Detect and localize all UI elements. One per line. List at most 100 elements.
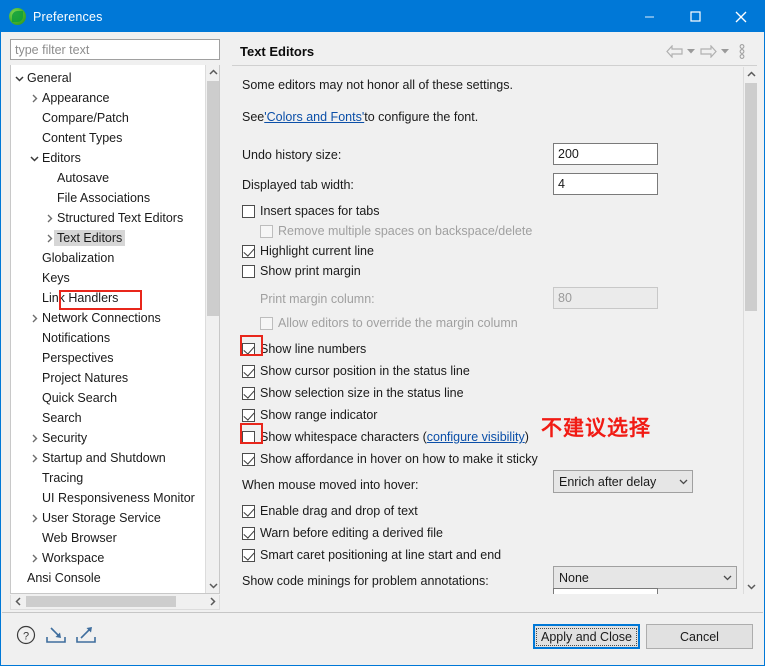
tree-hscroll-thumb[interactable] [26,596,176,607]
chevron-right-icon[interactable] [28,94,41,103]
title-bar: Preferences [1,1,764,32]
chevron-right-icon[interactable] [28,314,41,323]
sidebar-item-web-browser[interactable]: Web Browser [11,528,205,548]
sidebar-item-tracing[interactable]: Tracing [11,468,205,488]
search-input[interactable] [10,39,220,60]
view-menu-icon[interactable] [733,42,751,60]
maximize-button[interactable] [672,1,718,32]
checkbox-show-range-indicator[interactable] [242,408,255,422]
sidebar-item-quick-search[interactable]: Quick Search [11,388,205,408]
check-remove-multiple-spaces-label: Remove multiple spaces on backspace/dele… [278,224,533,238]
sidebar-item-text-editors[interactable]: Text Editors [11,228,205,248]
checkbox-show-whitespace[interactable] [242,430,255,444]
scroll-left-icon[interactable] [11,595,25,608]
checkbox-warn-derived-file[interactable] [242,526,255,540]
checkbox-insert-spaces[interactable] [242,204,255,218]
sidebar-item-workspace[interactable]: Workspace [11,548,205,568]
forward-arrow-icon[interactable] [699,42,717,60]
chevron-right-icon[interactable] [28,554,41,563]
chevron-down-icon[interactable] [28,155,41,162]
check-insert-spaces[interactable]: Insert spaces for tabs [242,201,380,221]
back-menu-chevron-down-icon[interactable] [685,42,697,60]
sidebar-item-file-associations[interactable]: File Associations [11,188,205,208]
sidebar-item-notifications[interactable]: Notifications [11,328,205,348]
tab-width-input[interactable] [553,173,658,195]
colors-fonts-suffix: to configure the font. [364,110,479,124]
export-icon[interactable] [74,623,98,647]
back-arrow-icon[interactable] [665,42,683,60]
scroll-down-icon[interactable] [744,579,757,594]
sidebar-item-perspectives[interactable]: Perspectives [11,348,205,368]
configure-visibility-link[interactable]: configure visibility [427,430,525,444]
sidebar-item-general[interactable]: General [11,68,205,88]
tree-vertical-scrollbar[interactable] [205,65,219,593]
tree-scroll-thumb[interactable] [207,81,219,316]
code-minings-select[interactable]: None [553,566,737,589]
chevron-down-icon[interactable] [13,75,26,82]
sidebar-item-network-connections[interactable]: Network Connections [11,308,205,328]
check-highlight-current-line[interactable]: Highlight current line [242,241,374,261]
scroll-up-icon[interactable] [206,65,219,80]
apply-and-close-button[interactable]: Apply and Close [533,624,640,649]
sidebar-item-security[interactable]: Security [11,428,205,448]
window-title: Preferences [33,9,103,24]
sidebar-item-link-handlers[interactable]: Link Handlers [11,288,205,308]
check-show-selection-size[interactable]: Show selection size in the status line [242,383,464,403]
sidebar-item-ui-responsiveness-monitor[interactable]: UI Responsiveness Monitor [11,488,205,508]
chevron-right-icon[interactable] [28,434,41,443]
check-smart-caret[interactable]: Smart caret positioning at line start an… [242,545,501,565]
cancel-button[interactable]: Cancel [646,624,753,649]
close-button[interactable] [718,1,764,32]
checkbox-enable-drag-drop[interactable] [242,504,255,518]
check-show-print-margin[interactable]: Show print margin [242,261,361,281]
colors-and-fonts-link[interactable]: 'Colors and Fonts' [264,110,364,124]
check-show-cursor-position[interactable]: Show cursor position in the status line [242,361,470,381]
scroll-right-icon[interactable] [205,595,219,608]
checkbox-highlight-current-line[interactable] [242,244,255,258]
checkbox-smart-caret[interactable] [242,548,255,562]
check-enable-drag-drop[interactable]: Enable drag and drop of text [242,501,418,521]
clipped-input-below[interactable] [553,588,658,594]
minimize-button[interactable] [626,1,672,32]
sidebar-item-search[interactable]: Search [11,408,205,428]
sidebar-item-structured-text-editors[interactable]: Structured Text Editors [11,208,205,228]
sidebar-item-user-storage-service[interactable]: User Storage Service [11,508,205,528]
check-show-whitespace[interactable]: Show whitespace characters (configure vi… [242,427,529,447]
checkbox-allow-override-margin [260,316,273,330]
sidebar-item-compare-patch[interactable]: Compare/Patch [11,108,205,128]
undo-history-input[interactable] [553,143,658,165]
check-show-range-indicator[interactable]: Show range indicator [242,405,377,425]
sidebar-item-globalization[interactable]: Globalization [11,248,205,268]
help-icon[interactable]: ? [14,623,38,647]
checkbox-show-selection-size[interactable] [242,386,255,400]
checkbox-show-cursor-position[interactable] [242,364,255,378]
scroll-up-icon[interactable] [744,67,757,82]
chevron-right-icon[interactable] [43,214,56,223]
sidebar-item-startup-and-shutdown[interactable]: Startup and Shutdown [11,448,205,468]
scroll-down-icon[interactable] [206,578,219,593]
settings-scroll-thumb[interactable] [745,83,757,311]
chevron-right-icon[interactable] [28,514,41,523]
chevron-right-icon[interactable] [28,454,41,463]
preferences-tree[interactable]: General Appearance Compare/Patch Content Ty… [10,65,220,594]
sidebar-item-label: Security [42,431,88,445]
sidebar-item-appearance[interactable]: Appearance [11,88,205,108]
checkbox-show-affordance[interactable] [242,452,255,466]
sidebar-item-keys[interactable]: Keys [11,268,205,288]
tree-horizontal-scrollbar[interactable] [10,595,220,610]
checkbox-show-print-margin[interactable] [242,264,255,278]
check-show-whitespace-label: Show whitespace characters [260,430,420,444]
check-show-affordance[interactable]: Show affordance in hover on how to make … [242,449,538,469]
sidebar-item-ansi-console[interactable]: Ansi Console [11,568,205,588]
hover-mode-select[interactable]: Enrich after delay [553,470,693,493]
import-icon[interactable] [44,623,68,647]
check-warn-derived-file[interactable]: Warn before editing a derived file [242,523,443,543]
sidebar-item-content-types[interactable]: Content Types [11,128,205,148]
sidebar-item-project-natures[interactable]: Project Natures [11,368,205,388]
settings-vertical-scrollbar[interactable] [743,67,757,594]
checkbox-show-line-numbers[interactable] [242,342,255,356]
check-show-line-numbers[interactable]: Show line numbers [242,339,366,359]
sidebar-item-autosave[interactable]: Autosave [11,168,205,188]
forward-menu-chevron-down-icon[interactable] [719,42,731,60]
sidebar-item-editors[interactable]: Editors [11,148,205,168]
